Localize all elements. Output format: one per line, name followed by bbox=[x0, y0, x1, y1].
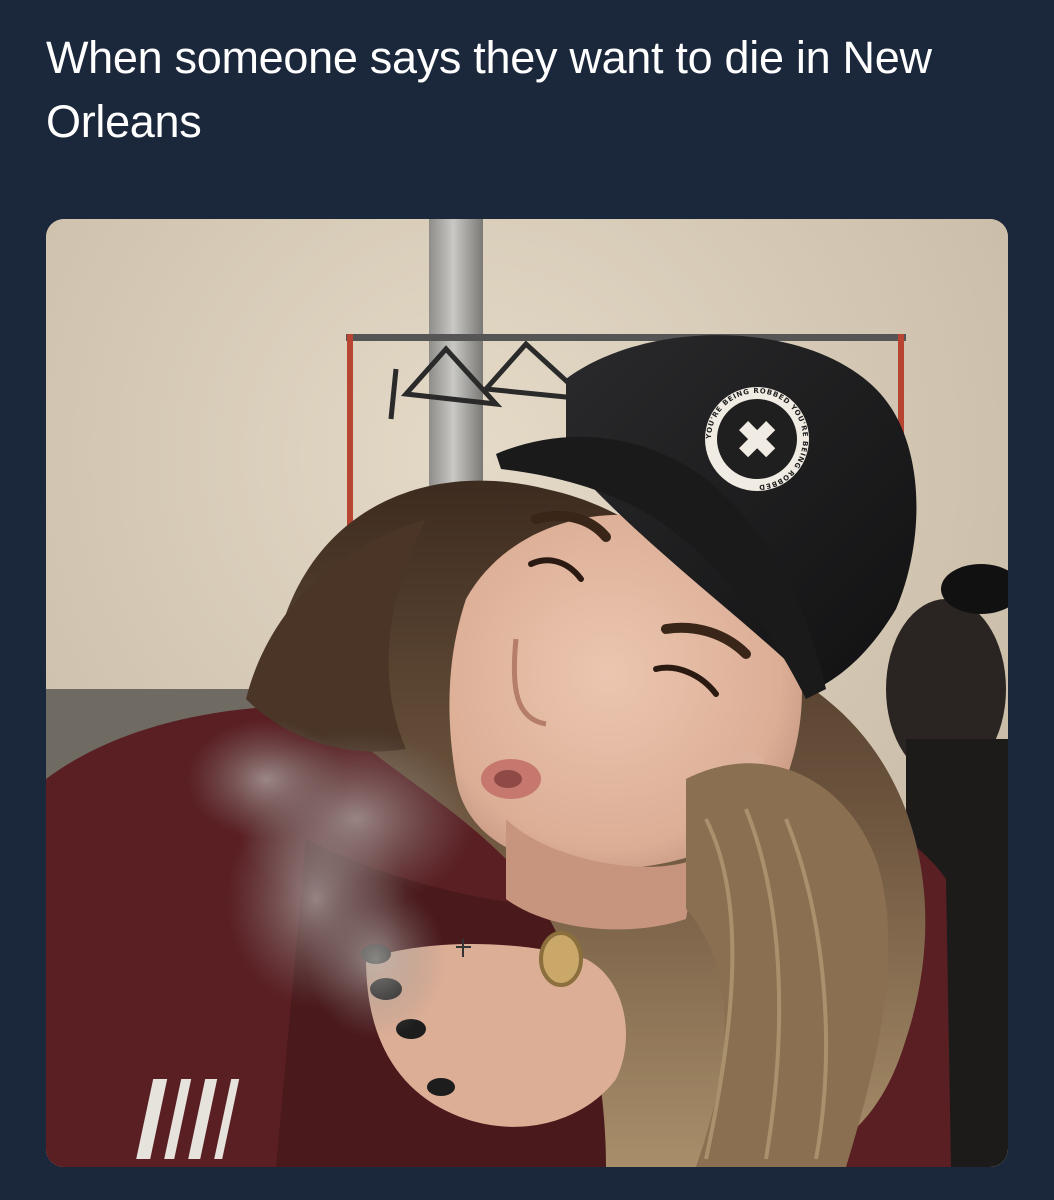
meme-photo: YOU'RE BEING ROBBED YOU'RE BEING ROBBED bbox=[46, 219, 1008, 1167]
mouth-inner bbox=[494, 770, 522, 788]
fingernail-4 bbox=[427, 1078, 455, 1096]
rack-bar bbox=[346, 334, 906, 341]
meme-caption: When someone says they want to die in Ne… bbox=[46, 32, 932, 147]
ring bbox=[539, 931, 583, 987]
